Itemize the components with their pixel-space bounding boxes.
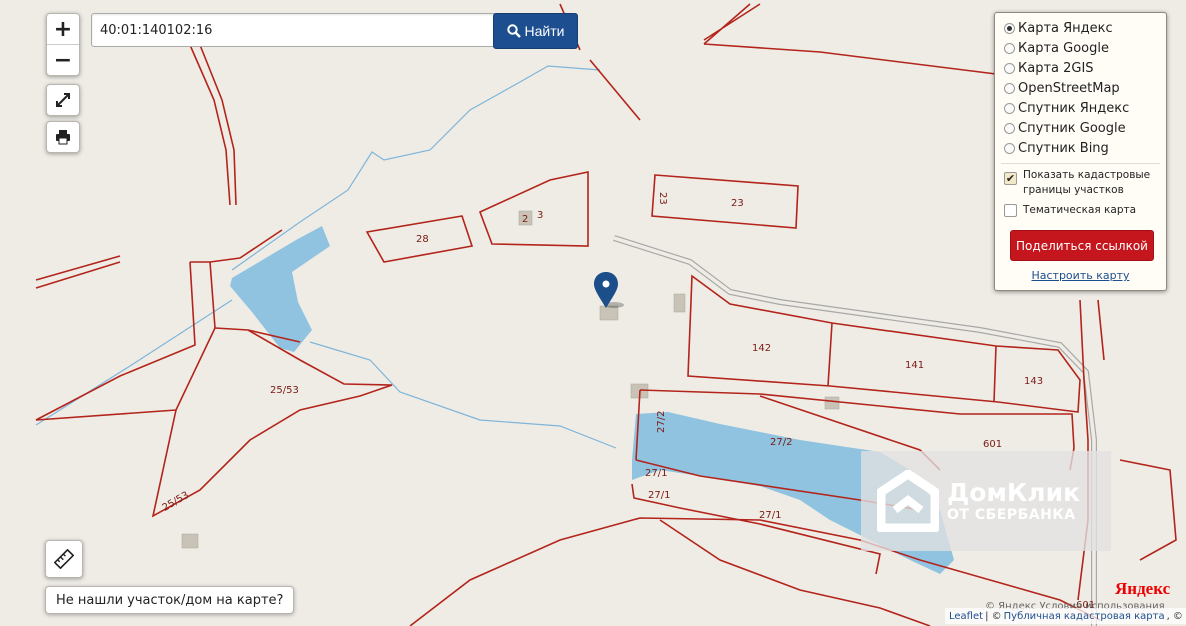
option-label: Тематическая карта	[1023, 204, 1137, 216]
plot-label: 23	[657, 192, 668, 205]
fullscreen-button[interactable]	[46, 84, 80, 116]
radio[interactable]	[1004, 82, 1015, 94]
layer-label: Спутник Bing	[1018, 140, 1109, 156]
not-found-button[interactable]: Не нашли участок/дом на карте?	[45, 586, 295, 614]
layer-label: Спутник Google	[1018, 120, 1126, 136]
house-logo-icon	[877, 470, 939, 532]
plot-label: 28	[416, 234, 429, 245]
search-button-label: Найти	[524, 23, 565, 39]
watermark-subtitle: ОТ СБЕРБАНКА	[947, 506, 1076, 523]
building	[673, 293, 686, 313]
domclick-watermark: ДомКлик ОТ СБЕРБАНКА	[861, 451, 1111, 551]
leaflet-link[interactable]: Leaflet	[949, 611, 983, 622]
layer-yandex-map[interactable]: Карта Яндекс	[1004, 18, 1113, 38]
layer-label: Спутник Яндекс	[1018, 100, 1130, 116]
layer-label: Карта Google	[1018, 40, 1109, 56]
layer-label: Карта Яндекс	[1018, 20, 1113, 36]
radio[interactable]	[1004, 62, 1015, 74]
layer-label: Карта 2GIS	[1018, 60, 1094, 76]
checkbox-checked[interactable]: ✔	[1004, 172, 1017, 185]
yandex-logo: Яндекс	[1115, 579, 1170, 599]
building	[181, 533, 199, 549]
layer-yandex-satellite[interactable]: Спутник Яндекс	[1004, 98, 1129, 118]
plot-label: 601	[983, 439, 1002, 450]
panel-divider	[1001, 163, 1160, 164]
radio[interactable]	[1004, 142, 1015, 154]
layer-bing-satellite[interactable]: Спутник Bing	[1004, 138, 1109, 158]
option-thematic-map[interactable]: Тематическая карта	[1004, 203, 1154, 218]
plot-label: 141	[905, 360, 924, 371]
plot-label: 27/1	[645, 468, 667, 479]
ruler-icon	[54, 549, 74, 569]
radio[interactable]	[1004, 102, 1015, 114]
plot-label: 23	[731, 198, 744, 209]
plot-label: 27/1	[759, 510, 781, 521]
zoom-out-button[interactable]: −	[47, 44, 79, 75]
checkbox[interactable]	[1004, 204, 1017, 217]
plot-label: 27/1	[648, 490, 670, 501]
cadastral-search-input[interactable]	[91, 13, 499, 47]
zoom-control: + −	[46, 13, 80, 76]
map-layers-panel: Карта Яндекс Карта Google Карта 2GIS Ope…	[994, 12, 1167, 291]
share-link-button[interactable]: Поделиться ссылкой	[1010, 230, 1154, 261]
attribution-suffix: , ©	[1166, 610, 1183, 622]
print-button[interactable]	[46, 121, 80, 153]
attribution-separator: | ©	[985, 610, 1002, 622]
plot-label: 2	[522, 214, 528, 225]
layer-openstreetmap[interactable]: OpenStreetMap	[1004, 78, 1120, 98]
layer-2gis-map[interactable]: Карта 2GIS	[1004, 58, 1094, 78]
plot-label: 27/2	[770, 437, 792, 448]
plot-label: 142	[752, 343, 771, 354]
building	[599, 305, 619, 321]
map-attribution: Leaflet | © Публичная кадастровая карта …	[945, 608, 1186, 624]
option-label: Показать кадастровые границы участков	[1023, 169, 1151, 196]
layer-google-satellite[interactable]: Спутник Google	[1004, 118, 1126, 138]
plot-label: 3	[537, 210, 543, 221]
plot-label: 25/53	[270, 385, 299, 396]
layer-google-map[interactable]: Карта Google	[1004, 38, 1109, 58]
ruler-button[interactable]	[45, 540, 83, 578]
layer-label: OpenStreetMap	[1018, 80, 1120, 96]
search-icon	[506, 24, 521, 38]
configure-map-link[interactable]: Настроить карту	[995, 269, 1166, 282]
fullscreen-icon	[56, 93, 70, 107]
search-button[interactable]: Найти	[493, 13, 578, 49]
plot-label: 27/2	[656, 411, 667, 433]
cadastre-link[interactable]: Публичная кадастровая карта	[1004, 611, 1165, 622]
building	[824, 396, 840, 410]
radio-selected[interactable]	[1004, 22, 1015, 34]
print-icon	[56, 130, 70, 145]
radio[interactable]	[1004, 122, 1015, 134]
radio[interactable]	[1004, 42, 1015, 54]
plot-label: 143	[1024, 376, 1043, 387]
zoom-in-button[interactable]: +	[47, 14, 79, 44]
option-cadastral-boundaries[interactable]: ✔ Показать кадастровые границы участков	[1004, 168, 1154, 198]
yandex-logo-text: Яндекс	[1115, 579, 1171, 598]
watermark-title: ДомКлик	[947, 477, 1081, 507]
